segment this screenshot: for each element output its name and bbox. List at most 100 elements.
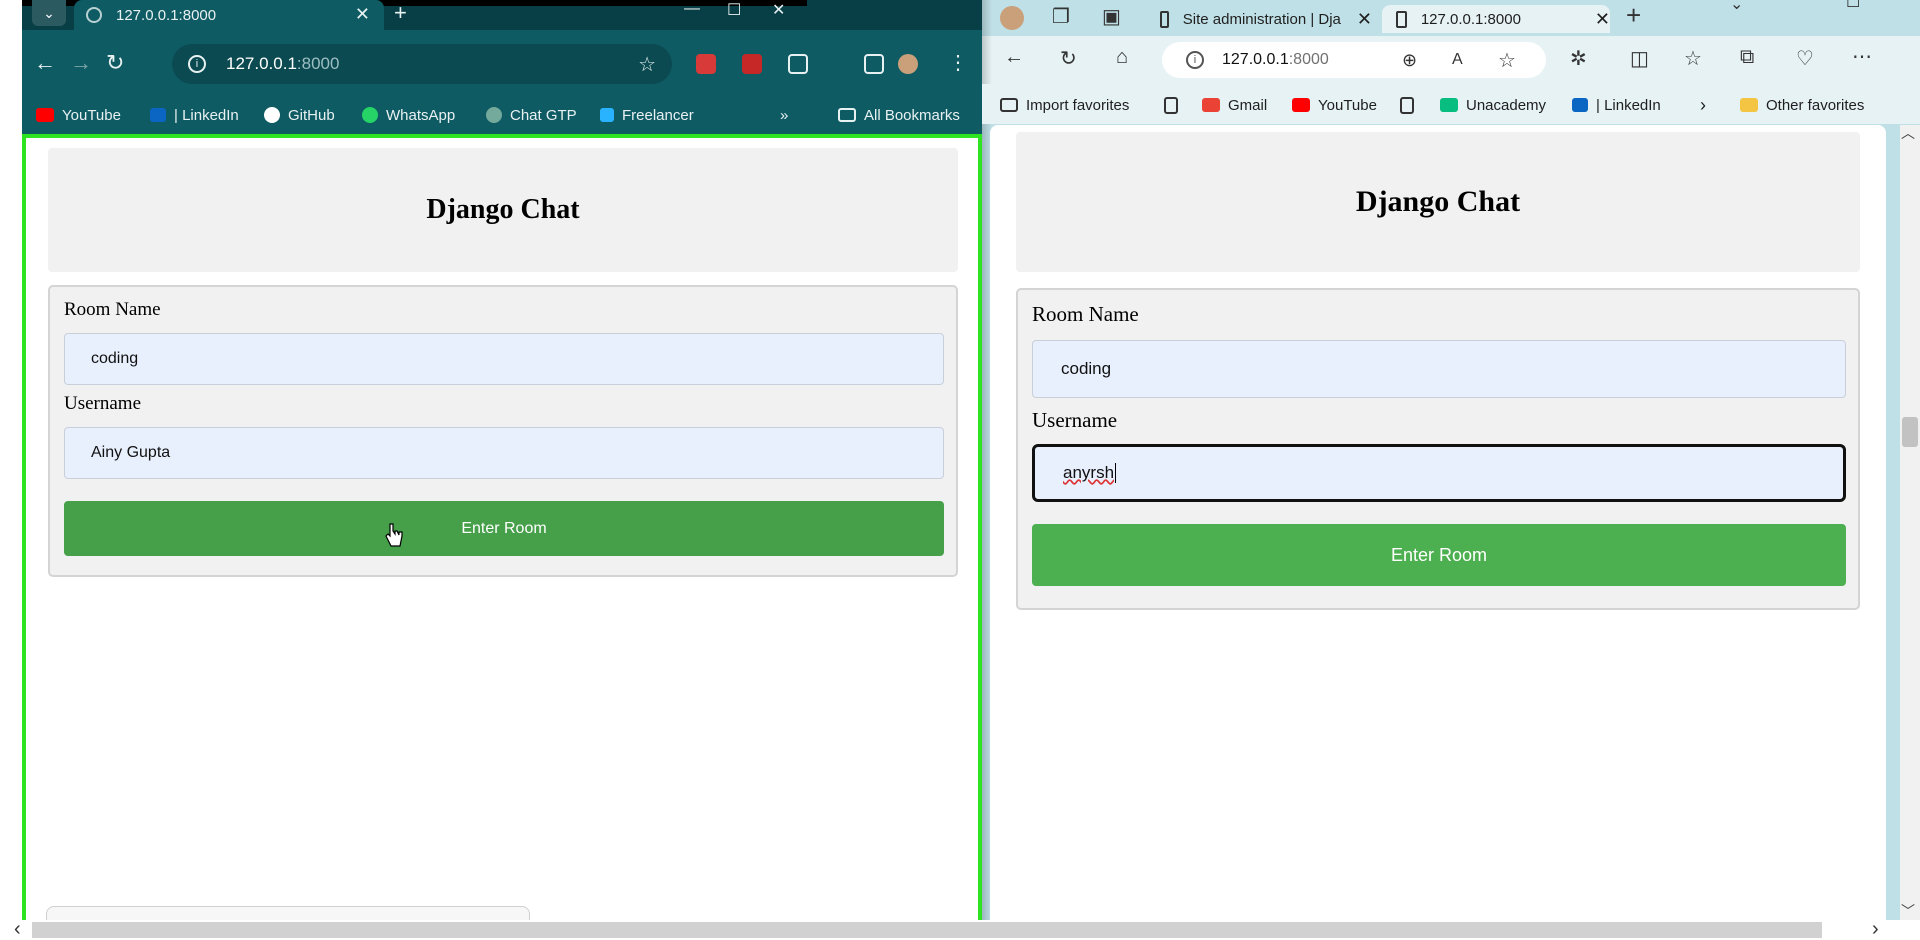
address-port: :8000	[296, 54, 340, 73]
edge-username-input[interactable]: anyrsh	[1032, 444, 1846, 502]
reload-icon[interactable]: ↻	[106, 50, 124, 76]
page-favorite-icon[interactable]	[1164, 94, 1186, 116]
site-info-icon[interactable]: i	[188, 55, 206, 73]
bookmark-whatsapp[interactable]: WhatsApp	[362, 103, 455, 127]
edge-address-bar[interactable]: i 127.0.0.1:8000 ⊕ A ☆	[1162, 42, 1546, 78]
scroll-left-icon[interactable]: ‹	[14, 918, 21, 940]
edge-vertical-scrollbar[interactable]: ︿ ﹀	[1900, 125, 1920, 920]
maximize-icon[interactable]: ☐	[727, 0, 741, 20]
chrome-room-form: Room Name coding Username Ainy Gupta Ent…	[48, 285, 958, 577]
bookmark-github[interactable]: GitHub	[264, 103, 335, 127]
tab-search-chevron-icon[interactable]: ⌄	[32, 0, 66, 26]
maximize-icon[interactable]: ☐	[1846, 0, 1860, 12]
browser-essentials-icon[interactable]: ♡	[1796, 46, 1814, 71]
favorite-linkedin[interactable]: | LinkedIn	[1572, 94, 1661, 116]
forward-icon[interactable]: →	[70, 50, 92, 76]
favorite-gmail[interactable]: Gmail	[1202, 94, 1267, 116]
folder-icon	[1740, 98, 1758, 112]
edge-tab-active[interactable]: 127.0.0.1:8000 ✕	[1382, 5, 1610, 33]
more-bookmarks-icon[interactable]: »	[780, 103, 788, 127]
desktop: ⌄ 127.0.0.1:8000 ✕ + — ☐ ✕ ← → ↻ i 127.0…	[0, 0, 1920, 940]
scroll-right-icon[interactable]: ›	[1872, 918, 1879, 940]
close-tab-icon[interactable]: ✕	[1357, 9, 1372, 30]
scrollbar-track[interactable]	[32, 922, 1822, 938]
bookmark-star-icon[interactable]: ☆	[638, 52, 656, 77]
favorites-icon[interactable]: ☆	[1684, 46, 1702, 71]
github-icon	[264, 107, 280, 123]
chrome-menu-icon[interactable]: ⋮	[948, 50, 968, 75]
chrome-tab-title: 127.0.0.1:8000	[116, 6, 217, 24]
side-panel-icon[interactable]	[864, 54, 884, 74]
page-title: Django Chat	[426, 194, 580, 225]
back-icon[interactable]: ←	[34, 50, 56, 76]
globe-icon	[86, 7, 102, 23]
horizontal-scrollbar[interactable]: ‹ ›	[0, 918, 1920, 940]
new-tab-icon[interactable]: +	[1626, 0, 1641, 31]
bookmark-youtube[interactable]: YouTube	[36, 103, 121, 127]
minimize-icon[interactable]: —	[1784, 0, 1800, 8]
desktop-edge	[0, 0, 22, 920]
edge-tab-admin[interactable]: Site administration | Dja ✕	[1148, 5, 1372, 33]
profile-avatar[interactable]	[898, 54, 918, 74]
room-name-input[interactable]: coding	[64, 333, 944, 385]
close-window-icon[interactable]: ✕	[772, 0, 785, 20]
edge-username-value: anyrsh	[1063, 463, 1115, 482]
edge-room-name-label: Room Name	[1032, 302, 1139, 326]
page-icon	[1160, 10, 1169, 28]
zoom-icon[interactable]: ⊕	[1402, 50, 1417, 71]
username-label: Username	[64, 393, 142, 414]
chrome-tab-active[interactable]: 127.0.0.1:8000 ✕	[74, 0, 384, 30]
edge-refresh-icon[interactable]: ↻	[1060, 46, 1077, 71]
new-tab-icon[interactable]: +	[394, 0, 407, 26]
workspaces-icon[interactable]: ❐	[1052, 4, 1070, 29]
favorite-youtube[interactable]: YouTube	[1292, 94, 1377, 116]
read-aloud-icon[interactable]: A	[1452, 51, 1463, 69]
page-favorite-icon-2[interactable]	[1400, 94, 1422, 116]
chatgpt-icon	[486, 107, 502, 123]
page-icon	[1396, 10, 1407, 28]
all-bookmarks[interactable]: All Bookmarks	[838, 103, 960, 127]
favorite-star-icon[interactable]: ☆	[1498, 48, 1516, 73]
edge-room-name-input[interactable]: coding	[1032, 340, 1846, 398]
vertical-tabs-icon[interactable]: ▣	[1102, 4, 1121, 29]
edge-address-port: :8000	[1288, 51, 1329, 68]
page-icon	[1164, 96, 1178, 114]
bookmark-chatgpt[interactable]: Chat GTP	[486, 103, 577, 127]
edge-back-icon[interactable]: ←	[1004, 46, 1024, 69]
favorite-unacademy[interactable]: Unacademy	[1440, 94, 1546, 116]
edge-profile-avatar[interactable]	[1000, 6, 1024, 30]
extension-pocket-icon[interactable]	[696, 54, 716, 74]
address-host: 127.0.0.1	[226, 54, 297, 73]
home-icon[interactable]: ⌂	[1116, 46, 1128, 69]
collections-icon[interactable]: ⧉	[1740, 46, 1754, 69]
unacademy-icon	[1440, 98, 1458, 112]
enter-room-button[interactable]: Enter Room	[64, 501, 944, 556]
extensions-icon[interactable]: ✲	[1570, 46, 1587, 71]
room-name-label: Room Name	[64, 299, 161, 320]
chrome-address-bar[interactable]: i 127.0.0.1:8000 ☆	[172, 44, 672, 84]
edge-enter-room-button[interactable]: Enter Room	[1032, 524, 1846, 586]
import-icon	[1000, 98, 1018, 112]
site-info-icon[interactable]: i	[1186, 51, 1204, 69]
split-screen-icon[interactable]: ◫	[1630, 46, 1649, 71]
scroll-up-icon[interactable]: ︿	[1901, 123, 1915, 143]
edge-menu-icon[interactable]: ⋯	[1852, 44, 1872, 69]
tab-actions-chevron-icon[interactable]: ⌄	[1730, 0, 1743, 14]
minimize-icon[interactable]: —	[684, 0, 700, 18]
import-favorites[interactable]: Import favorites	[1000, 94, 1129, 116]
extensions-puzzle-icon[interactable]	[788, 54, 808, 74]
close-tab-icon[interactable]: ✕	[355, 4, 370, 25]
close-tab-icon[interactable]: ✕	[1595, 9, 1610, 30]
linkedin-icon	[1572, 98, 1588, 112]
extension-media-icon[interactable]	[742, 54, 762, 74]
folder-icon	[838, 108, 856, 122]
scroll-down-icon[interactable]: ﹀	[1901, 901, 1915, 921]
bookmark-freelancer[interactable]: Freelancer	[600, 103, 694, 127]
chrome-page-header: Django Chat	[48, 148, 958, 272]
more-favorites-chevron-icon[interactable]: ›	[1700, 94, 1706, 116]
other-favorites[interactable]: Other favorites	[1740, 94, 1864, 116]
scrollbar-thumb[interactable]	[1902, 417, 1918, 447]
edge-page-title: Django Chat	[1355, 185, 1521, 218]
bookmark-linkedin[interactable]: | LinkedIn	[150, 103, 239, 127]
username-input[interactable]: Ainy Gupta	[64, 427, 944, 479]
